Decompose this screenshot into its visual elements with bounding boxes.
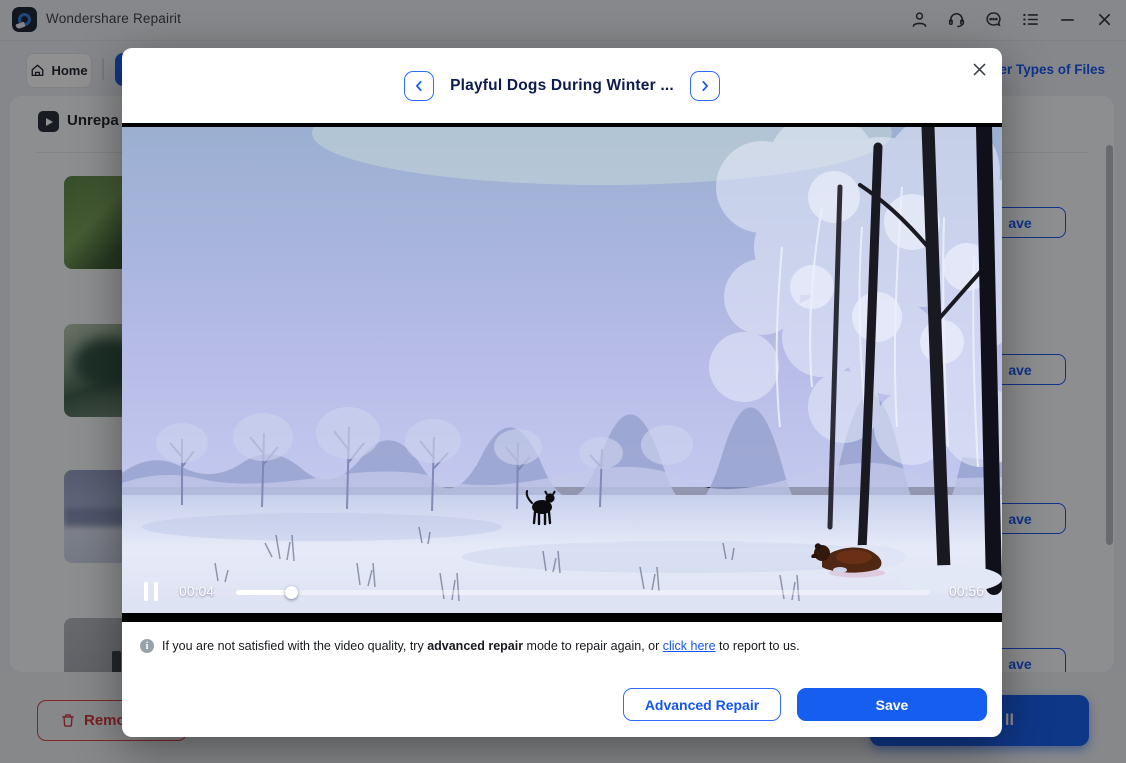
preview-header: Playful Dogs During Winter ... bbox=[122, 48, 1002, 123]
advanced-repair-button[interactable]: Advanced Repair bbox=[623, 688, 781, 721]
player-controls: 00:04 00:56 bbox=[122, 578, 1002, 606]
chevron-left-icon bbox=[412, 79, 426, 93]
notice-suffix: to report to us. bbox=[716, 639, 800, 653]
info-icon: i bbox=[140, 639, 154, 653]
notice-middle: mode to repair again, or bbox=[523, 639, 663, 653]
pause-icon[interactable] bbox=[144, 582, 158, 601]
winter-scene-video-frame bbox=[122, 127, 1002, 613]
previous-video-button[interactable] bbox=[404, 71, 434, 101]
next-video-button[interactable] bbox=[690, 71, 720, 101]
quality-notice-row: i If you are not satisfied with the vide… bbox=[140, 638, 984, 655]
video-player[interactable]: 00:04 00:56 bbox=[122, 123, 1002, 622]
save-button[interactable]: Save bbox=[797, 688, 987, 721]
notice-prefix: If you are not satisfied with the video … bbox=[162, 639, 427, 653]
current-time: 00:04 bbox=[179, 583, 214, 599]
notice-bold: advanced repair bbox=[427, 639, 523, 653]
duration-time: 00:56 bbox=[949, 583, 984, 599]
video-title: Playful Dogs During Winter ... bbox=[450, 77, 674, 95]
progress-knob[interactable] bbox=[285, 586, 298, 599]
progress-bar[interactable] bbox=[236, 590, 930, 595]
chevron-right-icon bbox=[698, 79, 712, 93]
modal-actions: Advanced Repair Save bbox=[122, 688, 1002, 721]
progress-fill bbox=[236, 590, 292, 595]
quality-notice-text: If you are not satisfied with the video … bbox=[162, 638, 800, 655]
click-here-link[interactable]: click here bbox=[663, 639, 716, 653]
video-preview-modal: Playful Dogs During Winter ... bbox=[122, 48, 1002, 737]
